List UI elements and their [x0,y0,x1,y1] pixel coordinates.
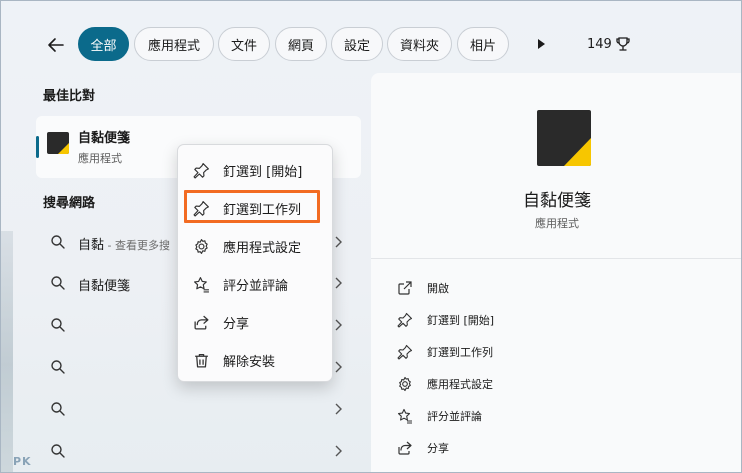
context-pin-start[interactable]: 釘選到 [開始] [178,153,334,187]
search-icon [51,318,65,332]
search-icon [51,444,65,458]
pin-icon [193,162,209,179]
context-item-label: 評分並評論 [223,278,289,294]
search-icon [51,276,65,290]
web-search-title: 搜尋網路 [43,196,96,211]
trash-icon [195,353,208,368]
web-result-text: 自黏便箋 [78,279,131,294]
share-icon [194,315,209,330]
context-item-label: 釘選到 [開始] [223,164,303,180]
filter-documents[interactable]: 文件 [218,27,270,61]
rewards-points[interactable]: 149 [587,36,630,52]
action-share[interactable]: 分享 [397,438,449,458]
chevron-right-icon [335,445,342,457]
context-share[interactable]: 分享 [178,305,334,339]
pin-icon [397,312,413,328]
open-external-icon [398,281,412,295]
filter-apps[interactable]: 應用程式 [134,27,214,61]
sticky-notes-icon [47,132,69,154]
search-icon [51,235,65,249]
search-icon [51,360,65,374]
divider [371,258,741,259]
action-open[interactable]: 開啟 [397,278,449,298]
sticky-notes-large-icon [537,110,591,166]
action-label: 釘選到 [開始] [427,314,495,327]
action-rate-review[interactable]: 評分並評論 [397,406,482,426]
context-rate-review[interactable]: 評分並評論 [178,267,334,301]
action-label: 評分並評論 [427,410,482,423]
search-window: 全部 應用程式 文件 網頁 設定 資料夾 相片 149 最佳比對 自黏便箋 應用… [0,0,742,473]
app-detail-panel: 自黏便箋 應用程式 開啟 釘選到 [開始] 釘選到工作列 應用程式設定 評分並評… [371,73,741,472]
action-label: 釘選到工作列 [427,346,493,359]
star-review-icon [397,408,412,424]
search-icon [51,402,65,416]
web-result-row[interactable] [36,432,361,470]
web-result-subtext: - 查看更多搜 [104,239,170,252]
more-filters-button[interactable] [533,36,549,52]
filter-web[interactable]: 網頁 [275,27,327,61]
context-item-label: 解除安裝 [223,354,276,370]
context-item-label: 分享 [223,316,250,332]
trophy-icon [616,37,630,51]
filter-folders[interactable]: 資料夾 [387,27,452,61]
share-icon [398,441,412,455]
star-review-icon [194,276,209,293]
gear-icon [399,376,411,392]
action-label: 分享 [427,442,449,455]
back-arrow-icon [48,38,64,52]
detail-app-name: 自黏便箋 [523,191,591,211]
pin-icon [397,344,413,360]
filter-photos[interactable]: 相片 [457,27,509,61]
points-value: 149 [587,36,612,52]
watermark: PK [13,455,32,468]
chevron-right-icon [335,403,342,415]
action-pin-taskbar[interactable]: 釘選到工作列 [397,342,493,362]
gear-icon [195,238,208,254]
best-match-type: 應用程式 [78,152,122,165]
action-label: 開啟 [427,282,449,295]
context-item-label: 應用程式設定 [223,240,302,256]
selection-accent [36,136,39,158]
web-result-row[interactable] [36,390,361,428]
action-pin-start[interactable]: 釘選到 [開始] [397,310,494,330]
context-menu: 釘選到 [開始] 釘選到工作列 應用程式設定 評分並評論 分享 解除安裝 [177,144,333,382]
action-app-settings[interactable]: 應用程式設定 [397,374,493,394]
best-match-title: 最佳比對 [43,89,96,104]
best-match-name: 自黏便箋 [78,131,131,146]
filter-all[interactable]: 全部 [78,27,129,61]
play-icon [538,39,545,49]
back-button[interactable] [41,30,71,60]
detail-app-type: 應用程式 [535,217,579,230]
filter-settings[interactable]: 設定 [331,27,383,61]
action-label: 應用程式設定 [427,378,493,391]
web-result-text: 自黏 [78,238,105,253]
context-app-settings[interactable]: 應用程式設定 [178,229,334,263]
context-uninstall[interactable]: 解除安裝 [178,343,334,377]
wallpaper-strip [1,231,13,472]
annotation-highlight [184,190,320,223]
